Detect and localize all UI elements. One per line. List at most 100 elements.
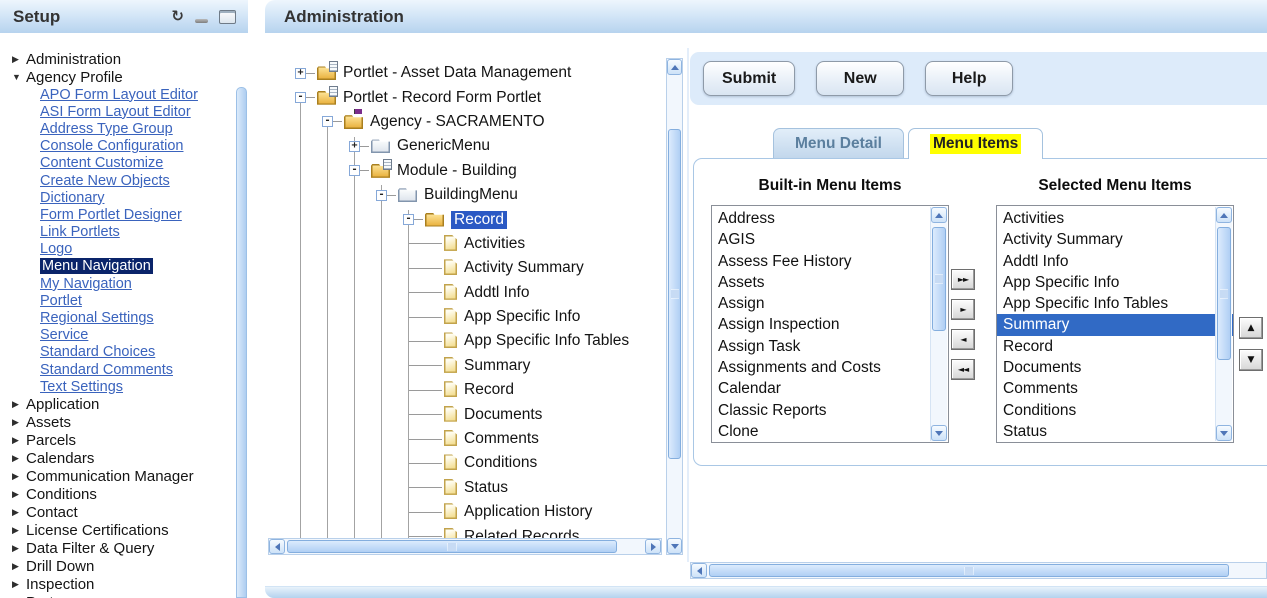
tree-node[interactable]: Documents xyxy=(285,402,666,426)
sidebar-item[interactable]: ▶ Drill Down xyxy=(12,557,234,575)
list-option[interactable]: App Specific Info xyxy=(1003,272,1213,293)
selected-menu-items-listbox[interactable]: Activities Activity Summary Addtl Info A… xyxy=(996,205,1234,443)
sidebar-item-label[interactable]: Form Portlet Designer xyxy=(40,207,182,223)
sidebar-item-label[interactable]: Communication Manager xyxy=(26,468,194,485)
sidebar-item-label[interactable]: Inspection xyxy=(26,576,94,593)
sidebar-item-label[interactable]: Agency Profile xyxy=(26,69,123,86)
sidebar-item[interactable]: Standard Choices xyxy=(12,344,234,361)
sidebar-item-label[interactable]: Drill Down xyxy=(26,558,94,575)
tree-node-label[interactable]: Module - Building xyxy=(397,162,517,180)
scroll-down-arrow[interactable] xyxy=(667,538,682,554)
sidebar-item[interactable]: Content Customize xyxy=(12,155,234,172)
tree-node[interactable]: Activities xyxy=(285,232,666,256)
sidebar-item[interactable]: ▶ Assets xyxy=(12,413,234,431)
sidebar-item-label[interactable]: Parts xyxy=(26,594,61,598)
sidebar-item-label[interactable]: Create New Objects xyxy=(40,173,170,189)
list-option[interactable]: App Specific Info Tables xyxy=(1003,293,1213,314)
sidebar-item-label[interactable]: APO Form Layout Editor xyxy=(40,87,198,103)
help-button[interactable]: Help xyxy=(925,61,1013,96)
tree-node[interactable]: + Portlet - Asset Data Management xyxy=(285,61,666,85)
tree-node-label[interactable]: BuildingMenu xyxy=(424,186,518,204)
sidebar-item[interactable]: ▶ Inspection xyxy=(12,575,234,593)
list-option[interactable]: Summary xyxy=(997,314,1233,335)
move-down-button[interactable]: ▼ xyxy=(1239,349,1263,371)
new-button[interactable]: New xyxy=(816,61,904,96)
sidebar-item[interactable]: ▶ License Certifications xyxy=(12,521,234,539)
sidebar-item[interactable]: Regional Settings xyxy=(12,309,234,326)
sidebar-item[interactable]: ▶ Administration xyxy=(12,50,234,68)
refresh-icon[interactable]: ↻ xyxy=(171,9,184,24)
list-option[interactable]: Conditions xyxy=(1003,400,1213,421)
tab-menu-detail[interactable]: Menu Detail xyxy=(773,128,904,158)
builtin-menu-items-listbox[interactable]: Address AGIS Assess Fee History Assets A… xyxy=(711,205,949,443)
scrollbar-thumb[interactable] xyxy=(1217,227,1231,360)
sidebar-item-label[interactable]: Menu Navigation xyxy=(40,258,153,274)
sidebar-item[interactable]: Menu Navigation xyxy=(12,258,234,275)
maximize-icon[interactable] xyxy=(219,10,236,24)
sidebar-item-label[interactable]: ASI Form Layout Editor xyxy=(40,104,191,120)
tree-node[interactable]: App Specific Info xyxy=(285,305,666,329)
sidebar-item-label[interactable]: Administration xyxy=(26,51,121,68)
sidebar-item-label[interactable]: Link Portlets xyxy=(40,224,120,240)
sidebar-item[interactable]: Create New Objects xyxy=(12,172,234,189)
tree-expander-box[interactable]: - xyxy=(322,116,333,127)
sidebar-item[interactable]: ▶ Parts xyxy=(12,593,234,598)
sidebar-item-label[interactable]: Logo xyxy=(40,241,72,257)
list-option[interactable]: Assign xyxy=(718,293,928,314)
tree-node-label[interactable]: Status xyxy=(464,479,508,497)
sidebar-item[interactable]: ASI Form Layout Editor xyxy=(12,103,234,120)
list-option[interactable]: Assign Task xyxy=(718,336,928,357)
sidebar-item-label[interactable]: Calendars xyxy=(26,450,94,467)
sidebar-item[interactable]: My Navigation xyxy=(12,275,234,292)
tree-node-label[interactable]: Comments xyxy=(464,430,539,448)
sidebar-item[interactable]: ▶ Application xyxy=(12,395,234,413)
tree-horizontal-scrollbar[interactable] xyxy=(268,538,662,555)
tree-node-label[interactable]: App Specific Info Tables xyxy=(464,332,629,350)
setup-scrollbar-thumb[interactable] xyxy=(236,87,247,598)
tree-node[interactable]: Conditions xyxy=(285,451,666,475)
scroll-down-arrow[interactable] xyxy=(931,425,947,441)
move-up-button[interactable]: ▲ xyxy=(1239,317,1263,339)
sidebar-item-label[interactable]: Regional Settings xyxy=(40,310,154,326)
list-option[interactable]: Address xyxy=(718,208,928,229)
tree-node[interactable]: Activity Summary xyxy=(285,256,666,280)
sidebar-item-label[interactable]: My Navigation xyxy=(40,276,132,292)
tree-node-label[interactable]: Addtl Info xyxy=(464,284,530,302)
tree-node[interactable]: + GenericMenu xyxy=(285,134,666,158)
list-option[interactable]: Documents xyxy=(1003,357,1213,378)
listbox-vertical-scrollbar[interactable] xyxy=(1215,207,1232,441)
list-option[interactable]: Activity Summary xyxy=(1003,229,1213,250)
scrollbar-thumb[interactable] xyxy=(668,129,681,459)
tree-expander-box[interactable]: + xyxy=(295,68,306,79)
list-option[interactable]: Assets xyxy=(718,272,928,293)
sidebar-item[interactable]: Link Portlets xyxy=(12,224,234,241)
tree-node[interactable]: Addtl Info xyxy=(285,281,666,305)
tree-node-label[interactable]: Summary xyxy=(464,357,530,375)
tree-node[interactable]: - BuildingMenu xyxy=(285,183,666,207)
list-option[interactable]: Record xyxy=(1003,336,1213,357)
tree-node[interactable]: App Specific Info Tables xyxy=(285,329,666,353)
minimize-icon[interactable] xyxy=(195,19,208,23)
tree-node-label[interactable]: Record xyxy=(451,211,507,229)
submit-button[interactable]: Submit xyxy=(703,61,795,96)
sidebar-item[interactable]: ▶ Data Filter & Query xyxy=(12,539,234,557)
sidebar-item[interactable]: ▼ Agency Profile xyxy=(12,68,234,86)
scroll-left-arrow[interactable] xyxy=(269,539,285,554)
tree-node[interactable]: Record xyxy=(285,378,666,402)
sidebar-item[interactable]: ▶ Communication Manager xyxy=(12,467,234,485)
scroll-up-arrow[interactable] xyxy=(931,207,947,223)
list-option[interactable]: Activities xyxy=(1003,208,1213,229)
tree-vertical-scrollbar[interactable] xyxy=(666,58,683,555)
sidebar-item[interactable]: ▶ Calendars xyxy=(12,449,234,467)
sidebar-item[interactable]: Standard Comments xyxy=(12,361,234,378)
sidebar-item-label[interactable]: License Certifications xyxy=(26,522,169,539)
sidebar-item-label[interactable]: Console Configuration xyxy=(40,138,183,154)
sidebar-item[interactable]: ▶ Parcels xyxy=(12,431,234,449)
tree-node[interactable]: - Portlet - Record Form Portlet xyxy=(285,85,666,109)
tree-node-label[interactable]: Activities xyxy=(464,235,525,253)
tree-node[interactable]: Application History xyxy=(285,500,666,524)
scroll-right-arrow[interactable] xyxy=(645,539,661,554)
tree-node-label[interactable]: Portlet - Record Form Portlet xyxy=(343,89,541,107)
list-option[interactable]: Clone xyxy=(718,421,928,442)
listbox-vertical-scrollbar[interactable] xyxy=(930,207,947,441)
